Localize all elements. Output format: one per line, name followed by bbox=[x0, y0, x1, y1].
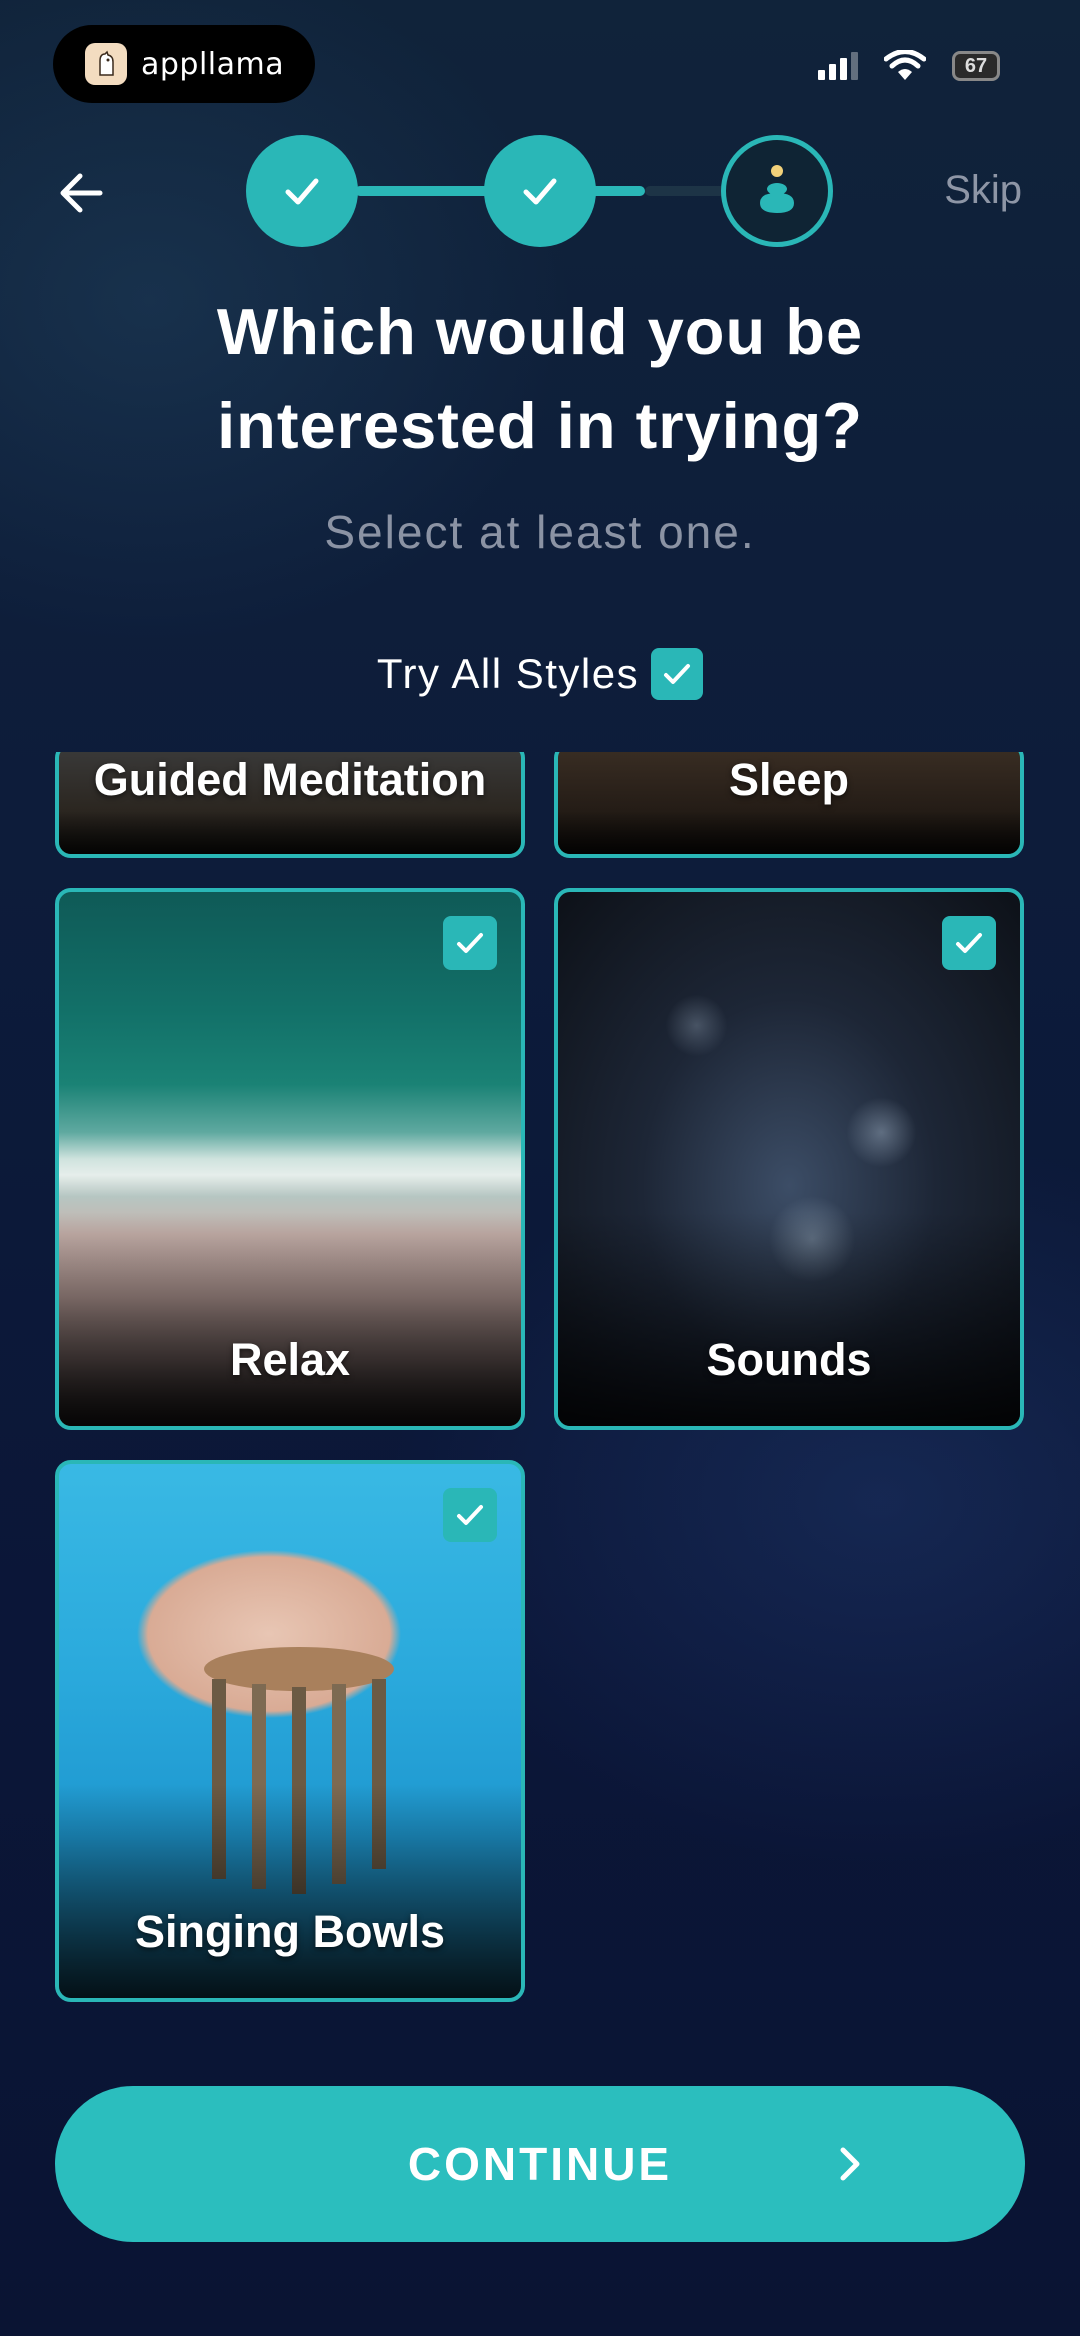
continue-label: CONTINUE bbox=[407, 2138, 673, 2190]
battery-icon: 67 bbox=[952, 51, 1000, 81]
llama-logo-icon bbox=[85, 43, 127, 85]
card-shade bbox=[59, 1212, 521, 1426]
style-card-label: Sounds bbox=[706, 1334, 872, 1385]
chevron-right-icon bbox=[840, 2147, 860, 2181]
style-card-sounds[interactable]: Sounds bbox=[554, 888, 1024, 1430]
page-subtitle: Select at least one. bbox=[324, 506, 756, 558]
style-card-label: Relax bbox=[229, 1334, 351, 1385]
progress-step-1 bbox=[246, 135, 358, 247]
progress-step-2 bbox=[484, 135, 596, 247]
skip-button[interactable]: Skip bbox=[944, 168, 1022, 213]
check-icon bbox=[457, 933, 483, 953]
style-grid[interactable]: Guided Meditation Sleep Relax Sounds Sin… bbox=[0, 752, 1080, 2020]
check-icon bbox=[664, 664, 691, 684]
style-card-sleep[interactable]: Sleep bbox=[554, 752, 1024, 858]
try-all-styles-toggle[interactable]: Try All Styles bbox=[0, 648, 1080, 700]
back-button[interactable] bbox=[48, 160, 114, 226]
wifi-icon bbox=[884, 50, 926, 80]
app-switcher-pill[interactable]: appllama bbox=[53, 25, 315, 103]
cellular-signal-icon bbox=[818, 52, 858, 80]
page-title: Which would you be interested in trying? bbox=[216, 295, 864, 462]
style-card-label: Sleep bbox=[728, 754, 850, 805]
card-shade bbox=[59, 1784, 521, 1998]
stacked-stones-icon bbox=[760, 165, 794, 213]
try-all-styles-checkbox[interactable] bbox=[651, 648, 704, 700]
check-icon bbox=[457, 1505, 483, 1525]
status-icons: 67 bbox=[818, 50, 1000, 82]
style-card-singing-bowls[interactable]: Singing Bowls bbox=[55, 1460, 525, 2002]
style-card-checkbox[interactable] bbox=[443, 916, 497, 970]
arrow-left-icon bbox=[60, 173, 103, 213]
try-all-styles-label: Try All Styles bbox=[376, 650, 640, 697]
style-card-label: Singing Bowls bbox=[135, 1906, 445, 1957]
card-shade bbox=[558, 1212, 1020, 1426]
style-card-guided-meditation[interactable]: Guided Meditation bbox=[55, 752, 525, 858]
check-icon bbox=[523, 178, 557, 205]
style-card-relax[interactable]: Relax bbox=[55, 888, 525, 1430]
check-icon bbox=[285, 178, 319, 205]
check-icon bbox=[956, 933, 982, 953]
style-card-checkbox[interactable] bbox=[443, 1488, 497, 1542]
brand-name: appllama bbox=[141, 46, 285, 82]
progress-connector bbox=[590, 186, 645, 196]
progress-connector bbox=[645, 186, 725, 196]
continue-button[interactable]: CONTINUE bbox=[55, 2086, 1025, 2242]
card-shade bbox=[558, 810, 1020, 854]
style-card-label: Guided Meditation bbox=[93, 754, 487, 805]
card-shade bbox=[59, 810, 521, 854]
progress-step-3 bbox=[721, 135, 833, 247]
progress-connector bbox=[355, 186, 490, 196]
style-card-checkbox[interactable] bbox=[942, 916, 996, 970]
